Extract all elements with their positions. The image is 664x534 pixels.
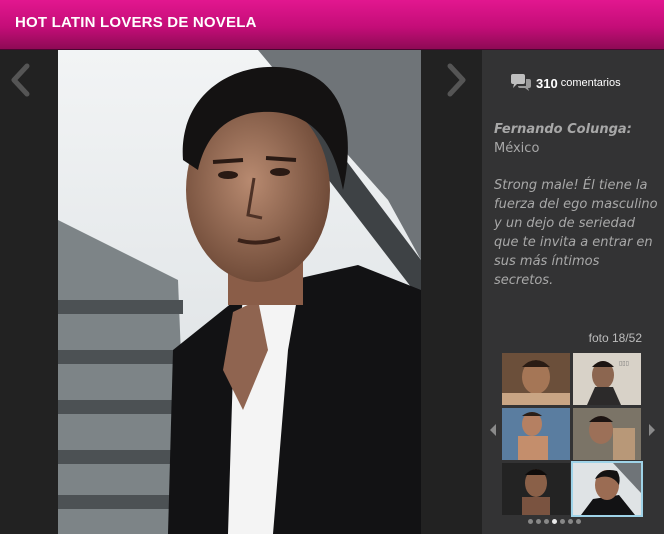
caption-description: Strong male! Él tiene la fuerza del ego … — [494, 178, 658, 288]
thumbnail-image: ▯▯▯ — [573, 353, 641, 405]
thumbnail-item[interactable] — [502, 408, 570, 460]
svg-text:▯▯▯: ▯▯▯ — [619, 361, 629, 367]
thumbnails-prev-button[interactable] — [488, 423, 498, 437]
photo-sidebar: 310 comentarios Fernando Colunga: México… — [482, 50, 664, 534]
comments-count: 310 — [536, 75, 558, 91]
comments-link[interactable]: 310 comentarios — [510, 74, 621, 92]
chevron-right-icon — [447, 63, 466, 97]
previous-photo-button[interactable] — [6, 62, 36, 98]
caption-name: Fernando Colunga: — [494, 122, 632, 137]
chevron-left-icon — [11, 63, 30, 97]
caption-country: México — [494, 141, 540, 156]
thumbnail-image — [502, 353, 570, 405]
pagination-dot[interactable] — [576, 519, 581, 524]
thumbnail-item[interactable] — [502, 463, 570, 515]
pagination-dot[interactable] — [536, 519, 541, 524]
thumbnails-next-button[interactable] — [647, 423, 657, 437]
thumbnail-item[interactable] — [573, 408, 641, 460]
thumbnail-image — [573, 408, 641, 460]
thumbnail-item[interactable]: ▯▯▯ — [573, 353, 641, 405]
pagination-dots — [528, 519, 581, 524]
photo-stage — [0, 50, 482, 534]
thumbnail-image — [573, 463, 641, 515]
next-photo-button[interactable] — [441, 62, 471, 98]
gallery-header: HOT LATIN LOVERS DE NOVELA — [0, 0, 664, 50]
photo-counter: foto 18/52 — [588, 331, 642, 345]
main-photo[interactable] — [58, 50, 421, 534]
portrait-image — [58, 50, 421, 534]
thumbnail-image — [502, 408, 570, 460]
photo-caption: Fernando Colunga: México Strong male! Él… — [494, 120, 658, 290]
comment-bubbles-icon — [511, 74, 531, 91]
thumbnail-item[interactable] — [502, 353, 570, 405]
pagination-dot[interactable] — [560, 519, 565, 524]
thumbnail-grid: ▯▯▯ — [502, 353, 643, 517]
comments-label: comentarios — [560, 77, 621, 89]
thumbnail-image — [502, 463, 570, 515]
pagination-dot[interactable] — [568, 519, 573, 524]
triangle-right-icon — [649, 424, 655, 436]
pagination-dot[interactable] — [528, 519, 533, 524]
triangle-left-icon — [490, 424, 496, 436]
gallery-title: HOT LATIN LOVERS DE NOVELA — [15, 14, 257, 31]
pagination-dot-active[interactable] — [552, 519, 557, 524]
thumbnail-item-active[interactable] — [571, 461, 643, 517]
pagination-dot[interactable] — [544, 519, 549, 524]
